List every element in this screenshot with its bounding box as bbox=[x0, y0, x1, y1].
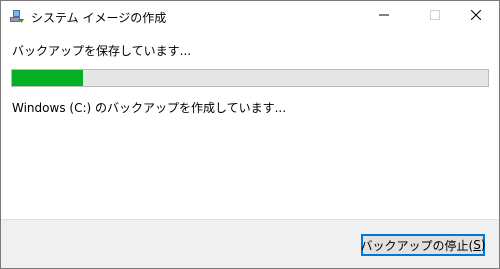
dialog-window: システム イメージの作成 バックアップを保存しています... Windows (… bbox=[0, 0, 500, 269]
system-image-icon bbox=[9, 8, 25, 24]
progress-fill bbox=[12, 70, 84, 86]
title-bar[interactable]: システム イメージの作成 bbox=[1, 1, 499, 31]
minimize-icon bbox=[379, 9, 389, 23]
footer-bar: バックアップの停止(S) bbox=[1, 219, 499, 268]
close-icon bbox=[470, 9, 482, 23]
progress-bar bbox=[11, 69, 489, 87]
stop-button-accelerator: S bbox=[473, 238, 481, 252]
maximize-icon bbox=[430, 9, 440, 23]
stop-backup-button[interactable]: バックアップの停止(S) bbox=[360, 234, 486, 256]
minimize-button[interactable] bbox=[361, 1, 407, 31]
maximize-button[interactable] bbox=[412, 1, 458, 31]
stop-button-label-suffix: ) bbox=[480, 238, 486, 252]
window-title: システム イメージの作成 bbox=[31, 11, 167, 25]
detail-text: Windows (C:) のバックアップを作成しています... bbox=[12, 101, 287, 115]
stop-button-label-prefix: バックアップの停止( bbox=[360, 238, 474, 253]
status-text: バックアップを保存しています... bbox=[12, 44, 192, 58]
close-button[interactable] bbox=[453, 1, 499, 31]
